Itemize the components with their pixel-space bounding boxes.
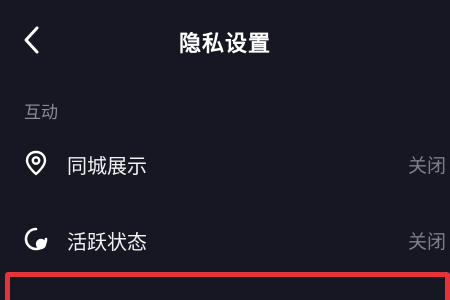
privacy-settings-screen: 隐私设置 互动 同城展示 关闭 活跃状态 关闭 xyxy=(0,0,450,300)
row-label: 活跃状态 xyxy=(67,230,147,254)
row-value: 关闭 xyxy=(408,155,447,177)
highlight-annotation-box xyxy=(5,272,450,300)
section-label-interaction: 互动 xyxy=(24,103,58,123)
header-bar: 隐私设置 xyxy=(0,0,450,84)
row-label: 同城展示 xyxy=(67,154,147,178)
location-pin-icon xyxy=(25,150,47,176)
row-active-status[interactable]: 活跃状态 关闭 xyxy=(0,210,450,270)
row-value: 关闭 xyxy=(408,231,447,253)
row-same-city-display[interactable]: 同城展示 关闭 xyxy=(0,134,450,194)
active-status-icon xyxy=(24,227,48,251)
page-title: 隐私设置 xyxy=(178,32,271,57)
